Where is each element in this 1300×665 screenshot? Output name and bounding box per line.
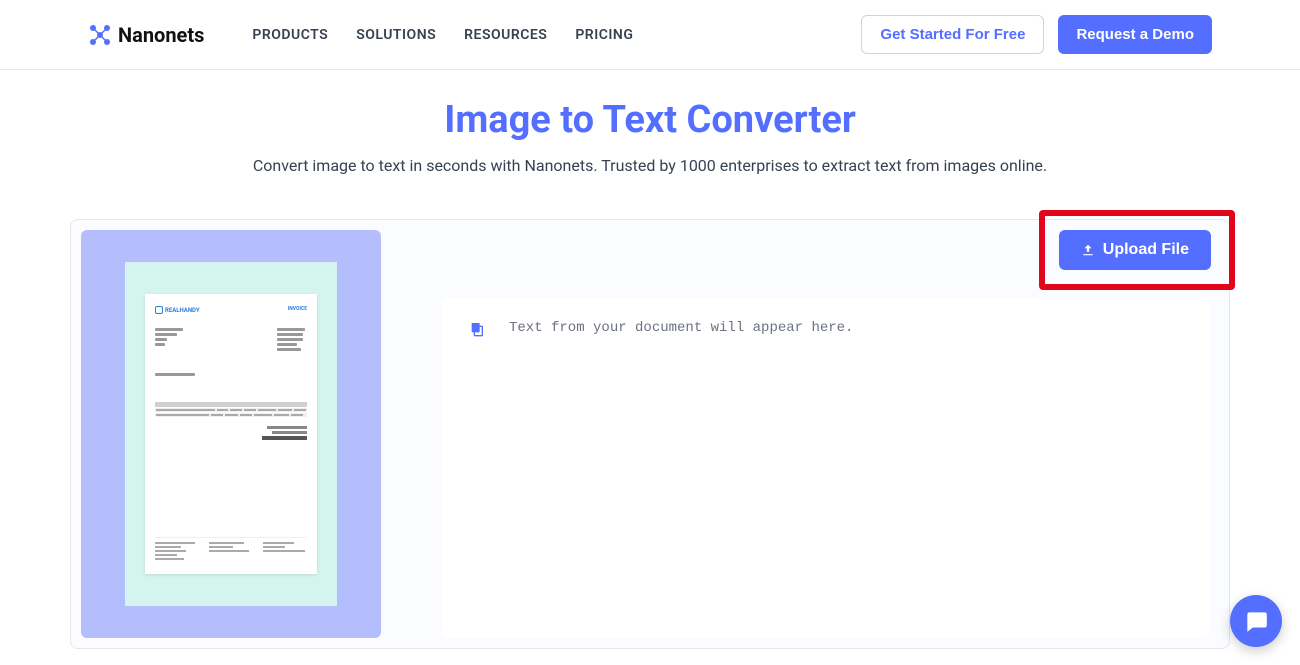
sample-brand-text: REALHANDY bbox=[165, 307, 200, 314]
request-demo-button[interactable]: Request a Demo bbox=[1058, 15, 1212, 54]
upload-file-button[interactable]: Upload File bbox=[1059, 230, 1211, 270]
converter-panel: REALHANDY INVOICE bbox=[70, 219, 1230, 649]
header: Nanonets PRODUCTS SOLUTIONS RESOURCES PR… bbox=[0, 0, 1300, 70]
output-section: Upload File Text from your document will… bbox=[441, 230, 1219, 638]
main-nav: PRODUCTS SOLUTIONS RESOURCES PRICING bbox=[252, 27, 633, 43]
sample-invoice: REALHANDY INVOICE bbox=[145, 294, 317, 574]
upload-button-label: Upload File bbox=[1103, 241, 1189, 259]
page-title: Image to Text Converter bbox=[20, 98, 1280, 142]
upload-icon bbox=[1081, 243, 1095, 257]
brand-name: Nanonets bbox=[118, 23, 204, 47]
upload-highlight: Upload File bbox=[1039, 210, 1235, 290]
nav-solutions[interactable]: SOLUTIONS bbox=[356, 27, 436, 43]
header-actions: Get Started For Free Request a Demo bbox=[861, 15, 1212, 54]
sample-doc-type: INVOICE bbox=[288, 306, 307, 312]
document-preview: REALHANDY INVOICE bbox=[81, 230, 381, 638]
document-preview-inner: REALHANDY INVOICE bbox=[125, 262, 337, 606]
copy-icon[interactable] bbox=[469, 321, 485, 337]
page-subtitle: Convert image to text in seconds with Na… bbox=[20, 156, 1280, 175]
nav-pricing[interactable]: PRICING bbox=[575, 27, 633, 43]
get-started-button[interactable]: Get Started For Free bbox=[861, 15, 1044, 54]
hero: Image to Text Converter Convert image to… bbox=[0, 70, 1300, 199]
output-box: Text from your document will appear here… bbox=[441, 298, 1209, 638]
chat-launcher[interactable] bbox=[1230, 595, 1282, 647]
nav-resources[interactable]: RESOURCES bbox=[464, 27, 547, 43]
output-placeholder: Text from your document will appear here… bbox=[509, 320, 853, 336]
shield-icon bbox=[155, 306, 163, 314]
sample-brand: REALHANDY bbox=[155, 306, 200, 314]
brand-logo[interactable]: Nanonets bbox=[88, 23, 204, 47]
chat-icon bbox=[1243, 608, 1269, 634]
nanonets-logo-icon bbox=[88, 23, 112, 47]
nav-products[interactable]: PRODUCTS bbox=[252, 27, 328, 43]
